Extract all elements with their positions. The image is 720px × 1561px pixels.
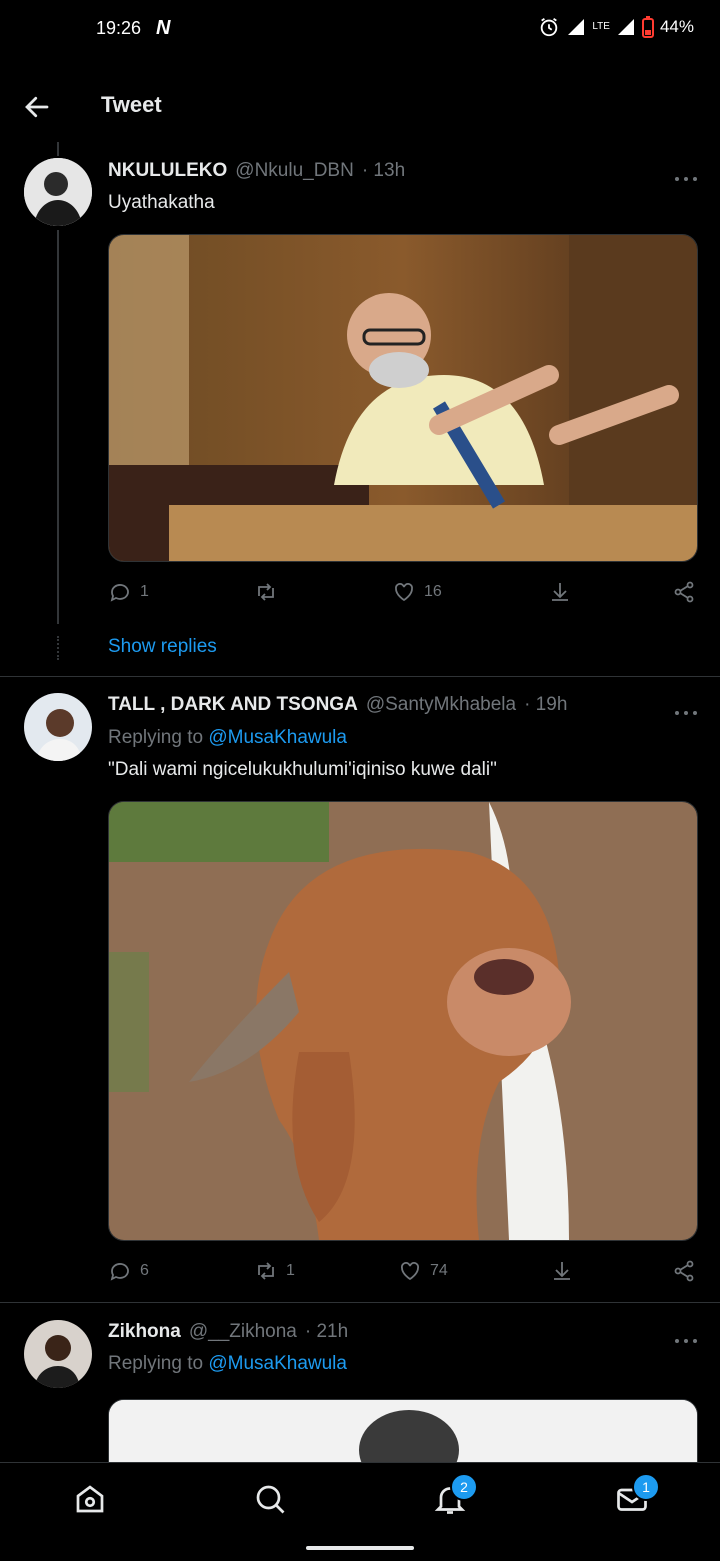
avatar[interactable] [24,693,92,761]
reply-icon [110,584,129,602]
author-name[interactable]: Zikhona [108,1321,181,1343]
share-icon [674,1260,694,1282]
thread-line [57,230,59,624]
signal-icon [568,19,585,35]
mention-link[interactable]: @MusaKhawula [208,727,347,748]
reply-count: 1 [140,583,149,600]
download-icon [554,1262,570,1280]
like-count: 16 [424,583,442,600]
battery-icon [641,16,654,38]
more-options-icon[interactable] [672,702,702,715]
heart-icon [395,583,413,602]
tweet-3[interactable]: Zikhona @__Zikhona · 21h Replying to @Mu… [0,1303,720,1462]
tweet-2[interactable]: TALL , DARK AND TSONGA @SantyMkhabela · … [0,677,720,1302]
battery-percent: 44% [659,17,694,36]
retweet-button[interactable] [254,580,286,604]
status-icons: LTE 44% [538,16,694,38]
reply-icon [110,1263,129,1281]
replying-to: Replying to @MusaKhawula [108,1353,347,1375]
tweet-image[interactable] [108,234,698,562]
status-bar: 19:26 N LTE 44% [0,0,720,62]
status-time: 19:26 [96,18,142,38]
tweet-image[interactable] [108,1399,698,1462]
tweet-time: · 13h [361,160,406,181]
tweet-text: "Dali wami ngicelukukhulumi'iqiniso kuwe… [108,759,497,780]
share-button[interactable] [672,580,696,604]
share-button[interactable] [672,1259,696,1283]
network-type: LTE [592,21,610,32]
author-handle[interactable]: @SantyMkhabela [366,694,516,716]
avatar[interactable] [24,1320,92,1388]
retweet-icon [258,583,274,601]
signal-icon-2 [617,19,634,35]
mention-link[interactable]: @MusaKhawula [208,1353,347,1374]
more-options-icon[interactable] [672,1330,702,1343]
author-handle[interactable]: @Nkulu_DBN [235,160,354,182]
notifications-badge: 2 [450,1473,478,1501]
author-name[interactable]: NKULULEKO [108,160,227,182]
replying-to: Replying to @MusaKhawula [108,727,347,749]
author-name[interactable]: TALL , DARK AND TSONGA [108,694,358,716]
search-icon[interactable] [252,1481,288,1517]
show-replies-link[interactable]: Show replies [108,636,217,658]
share-icon [674,581,694,603]
more-options-icon[interactable] [672,168,702,181]
avatar[interactable] [24,158,92,226]
app-header: Tweet [0,62,720,142]
retweet-icon [258,1262,274,1280]
tweet-text: Uyathakatha [108,192,215,213]
home-icon[interactable] [72,1481,108,1517]
tweet-image[interactable] [108,801,698,1241]
netflix-notification-icon: N [156,17,171,39]
author-handle[interactable]: @__Zikhona [189,1321,297,1343]
tweet-meta: Zikhona @__Zikhona · 21h [108,1321,348,1343]
like-button[interactable]: 16 [392,580,442,604]
like-count: 74 [430,1262,448,1279]
alarm-icon [541,17,558,37]
tweet-time: · 21h [304,1321,349,1342]
tweet-1[interactable]: NKULULEKO @Nkulu_DBN · 13h Uyathakatha 1 [0,150,720,676]
retweet-button[interactable]: 1 [254,1259,295,1283]
heart-icon [401,1262,419,1281]
tweet-actions: 6 1 74 [108,1259,696,1283]
messages-badge: 1 [632,1473,660,1501]
download-icon [552,583,568,601]
page-title: Tweet [101,92,162,117]
reply-button[interactable]: 6 [108,1259,149,1283]
replying-to-prefix: Replying to [108,727,204,748]
like-button[interactable]: 74 [398,1259,448,1283]
tweet-meta: TALL , DARK AND TSONGA @SantyMkhabela · … [108,694,567,716]
replying-to-prefix: Replying to [108,1353,204,1374]
download-button[interactable] [550,1259,574,1283]
tweet-meta: NKULULEKO @Nkulu_DBN · 13h [108,160,405,182]
tweet-time: · 19h [524,694,568,715]
gesture-bar[interactable] [306,1546,414,1550]
back-arrow-icon[interactable] [22,92,52,122]
reply-count: 6 [140,1262,149,1279]
reply-button[interactable]: 1 [108,580,149,604]
tweet-actions: 1 16 [108,580,696,604]
download-button[interactable] [548,580,572,604]
retweet-count: 1 [286,1262,295,1279]
thread-dots [57,636,61,660]
